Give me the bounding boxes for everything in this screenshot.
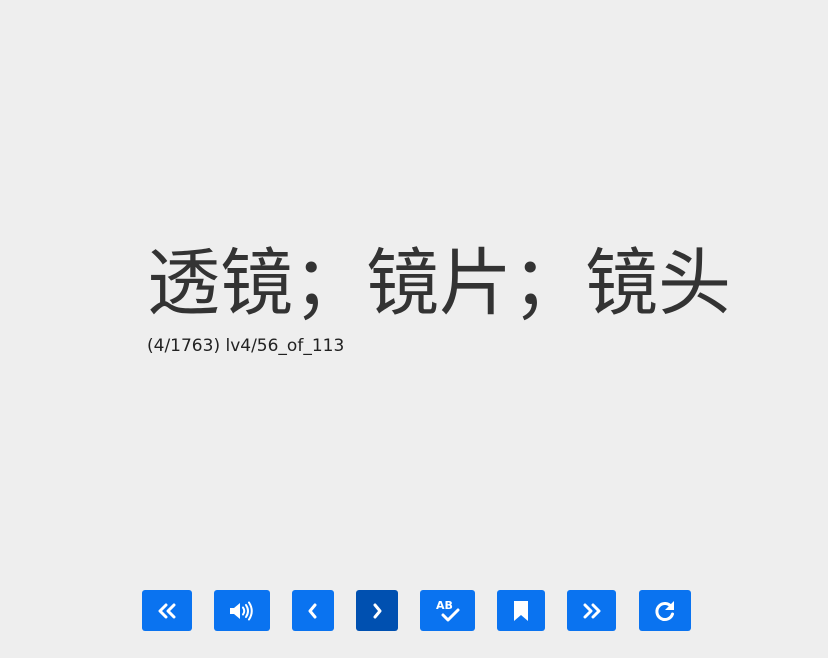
progress-label: (4/1763) lv4/56_of_113 bbox=[147, 336, 345, 356]
double-chevron-left-icon bbox=[156, 603, 178, 619]
chevron-right-icon bbox=[371, 603, 383, 619]
bookmark-button[interactable] bbox=[497, 590, 545, 631]
redo-icon bbox=[653, 599, 677, 623]
double-chevron-right-icon bbox=[581, 603, 603, 619]
spell-check-icon: AB bbox=[434, 598, 462, 624]
reload-button[interactable] bbox=[639, 590, 691, 631]
chevron-left-icon bbox=[307, 603, 319, 619]
audio-button[interactable] bbox=[214, 590, 270, 631]
flashcard-word: 透镜；镜片；镜头 bbox=[147, 241, 731, 326]
toolbar: AB bbox=[0, 590, 828, 631]
speaker-icon bbox=[229, 601, 255, 621]
previous-button[interactable] bbox=[292, 590, 334, 631]
flashcard: 透镜；镜片；镜头 (4/1763) lv4/56_of_113 bbox=[147, 236, 731, 357]
first-button[interactable] bbox=[142, 590, 192, 631]
next-button[interactable] bbox=[356, 590, 398, 631]
last-button[interactable] bbox=[567, 590, 616, 631]
spell-check-button[interactable]: AB bbox=[420, 590, 475, 631]
bookmark-icon bbox=[513, 600, 529, 622]
svg-text:AB: AB bbox=[436, 599, 453, 612]
